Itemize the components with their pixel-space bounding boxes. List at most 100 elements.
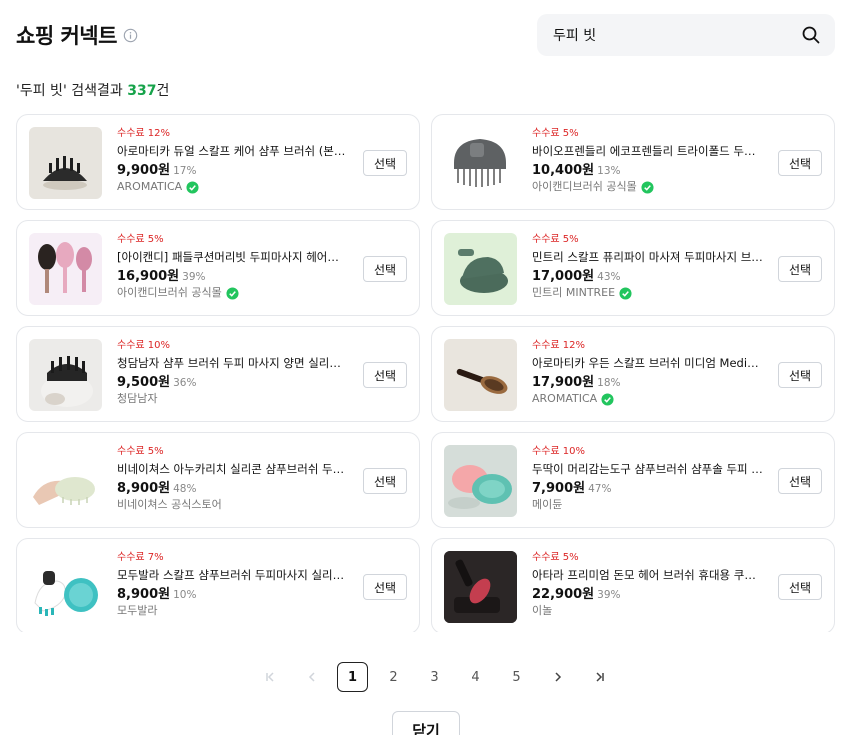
- select-button[interactable]: 선택: [778, 150, 822, 176]
- product-name: 아로마티카 듀얼 스칼프 케어 샴푸 브러쉬 (본체+교체솔): [117, 144, 349, 158]
- verified-check-icon: [619, 286, 632, 300]
- result-count: 337: [127, 83, 157, 99]
- store-name: 메이듄: [532, 498, 563, 511]
- search-box[interactable]: 두피 빗: [537, 14, 835, 56]
- product-info: 수수료 5% 비네이쳐스 아누카리치 실리콘 샴푸브러쉬 두피마사지 8,900원4…: [117, 445, 349, 514]
- commission-rate: 수수료 12%: [532, 340, 586, 351]
- product-name: 민트리 스칼프 퓨리파이 마사져 두피마사지 브러쉬: [532, 250, 764, 264]
- product-thumbnail[interactable]: [444, 233, 517, 305]
- product-thumbnail[interactable]: [29, 445, 102, 517]
- commission-rate: 수수료 5%: [532, 552, 579, 563]
- product-info: 수수료 12% 아로마티카 듀얼 스칼프 케어 샴푸 브러쉬 (본체+교체솔) 9,…: [117, 127, 349, 196]
- product-info: 수수료 5% 아타라 프리미엄 돈모 헤어 브러쉬 휴대용 쿠션 빗 22,900원…: [532, 551, 764, 620]
- product-name: 바이오프렌들리 에코프렌들리 트라이폴드 두피 브러쉬: [532, 144, 764, 158]
- discount-rate: 17%: [173, 165, 197, 177]
- product-info: 수수료 10% 두딱이 머리감는도구 샴푸브러쉬 샴푸솔 두피 마사지 7,900원…: [532, 445, 764, 514]
- product-thumbnail[interactable]: [444, 339, 517, 411]
- product-card[interactable]: 수수료 5% 비네이쳐스 아누카리치 실리콘 샴푸브러쉬 두피마사지 8,900원4…: [16, 432, 420, 528]
- product-card[interactable]: 수수료 12% 아로마티카 우든 스칼프 브러쉬 미디엄 Medium 17,900…: [431, 326, 835, 422]
- select-button[interactable]: 선택: [363, 150, 407, 176]
- product-price: 7,900원: [532, 481, 586, 496]
- product-thumbnail[interactable]: [29, 127, 102, 199]
- header: 쇼핑 커넥트: [16, 18, 138, 52]
- select-button[interactable]: 선택: [778, 362, 822, 388]
- select-button[interactable]: 선택: [363, 574, 407, 600]
- product-card[interactable]: 수수료 5% 민트리 스칼프 퓨리파이 마사져 두피마사지 브러쉬 17,000원 4…: [431, 220, 835, 316]
- product-thumbnail[interactable]: [444, 445, 517, 517]
- commission-rate: 수수료 5%: [532, 128, 579, 139]
- verified-check-icon: [226, 286, 239, 300]
- chevron-left-icon[interactable]: [296, 662, 327, 692]
- select-button[interactable]: 선택: [363, 256, 407, 282]
- product-info: 수수료 10% 청담남자 샴푸 브러쉬 두피 마사지 양면 실리콘 브러시 9,50…: [117, 339, 349, 408]
- select-button[interactable]: 선택: [363, 468, 407, 494]
- verified-check-icon: [186, 180, 199, 194]
- store-name: 민트리 MINTREE: [532, 286, 616, 299]
- product-price: 22,900원: [532, 587, 595, 602]
- store-name: 아이캔디브러쉬 공식몰: [117, 286, 222, 299]
- product-grid: 수수료 12% 아로마티카 듀얼 스칼프 케어 샴푸 브러쉬 (본체+교체솔) 9,…: [16, 114, 836, 632]
- search-icon[interactable]: [801, 25, 821, 45]
- product-thumbnail[interactable]: [444, 551, 517, 623]
- commission-rate: 수수료 5%: [117, 446, 164, 457]
- select-button[interactable]: 선택: [778, 468, 822, 494]
- product-name: [아이캔디] 패들쿠션머리빗 두피마사지 헤어브러쉬: [117, 250, 349, 264]
- product-card[interactable]: 수수료 10% 청담남자 샴푸 브러쉬 두피 마사지 양면 실리콘 브러시 9,50…: [16, 326, 420, 422]
- discount-rate: 39%: [182, 271, 206, 283]
- discount-rate: 39%: [597, 589, 621, 601]
- last-page-icon[interactable]: [583, 662, 614, 692]
- first-page-icon[interactable]: [255, 662, 286, 692]
- product-card[interactable]: 수수료 7% 모두발라 스칼프 샴푸브러쉬 두피마사지 실리콘 브러쉬 8,900원…: [16, 538, 420, 632]
- product-name: 청담남자 샴푸 브러쉬 두피 마사지 양면 실리콘 브러시: [117, 356, 349, 370]
- product-price: 17,900원: [532, 375, 595, 390]
- discount-rate: 10%: [173, 589, 197, 601]
- product-name: 아타라 프리미엄 돈모 헤어 브러쉬 휴대용 쿠션 빗: [532, 568, 764, 582]
- store-name: AROMATICA: [117, 180, 183, 193]
- chevron-right-icon[interactable]: [542, 662, 573, 692]
- discount-rate: 18%: [597, 377, 621, 389]
- select-button[interactable]: 선택: [363, 362, 407, 388]
- store-name: 비네이쳐스 공식스토어: [117, 498, 222, 511]
- product-price: 8,900원: [117, 481, 171, 496]
- pagination: 1 2 3 4 5: [255, 662, 624, 692]
- discount-rate: 47%: [588, 483, 612, 495]
- verified-check-icon: [601, 392, 614, 406]
- page-3[interactable]: 3: [419, 662, 450, 692]
- product-info: 수수료 7% 모두발라 스칼프 샴푸브러쉬 두피마사지 실리콘 브러쉬 8,900원…: [117, 551, 349, 620]
- page-title: 쇼핑 커넥트: [16, 24, 117, 48]
- discount-rate: 13%: [597, 165, 621, 177]
- select-button[interactable]: 선택: [778, 256, 822, 282]
- product-card[interactable]: 수수료 5% 바이오프렌들리 에코프렌들리 트라이폴드 두피 브러쉬 10,400원…: [431, 114, 835, 210]
- product-info: 수수료 5% 바이오프렌들리 에코프렌들리 트라이폴드 두피 브러쉬 10,400원…: [532, 127, 764, 196]
- product-card[interactable]: 수수료 5% 아타라 프리미엄 돈모 헤어 브러쉬 휴대용 쿠션 빗 22,900원…: [431, 538, 835, 632]
- page-4[interactable]: 4: [460, 662, 491, 692]
- discount-rate: 48%: [173, 483, 197, 495]
- discount-rate: 43%: [597, 271, 621, 283]
- page-5[interactable]: 5: [501, 662, 532, 692]
- product-info: 수수료 5% [아이캔디] 패들쿠션머리빗 두피마사지 헤어브러쉬 16,900원 3…: [117, 233, 349, 302]
- product-thumbnail[interactable]: [444, 127, 517, 199]
- product-card[interactable]: 수수료 12% 아로마티카 듀얼 스칼프 케어 샴푸 브러쉬 (본체+교체솔) 9,…: [16, 114, 420, 210]
- select-button[interactable]: 선택: [778, 574, 822, 600]
- close-button[interactable]: 닫기: [392, 711, 460, 735]
- result-prefix: '두피 빗' 검색결과: [16, 83, 128, 99]
- info-icon[interactable]: [123, 28, 138, 43]
- page-2[interactable]: 2: [378, 662, 409, 692]
- search-input[interactable]: 두피 빗: [553, 25, 801, 45]
- product-thumbnail[interactable]: [29, 339, 102, 411]
- product-thumbnail[interactable]: [29, 551, 102, 623]
- commission-rate: 수수료 7%: [117, 552, 164, 563]
- verified-check-icon: [641, 180, 654, 194]
- store-name: 청담남자: [117, 392, 158, 405]
- product-price: 16,900원: [117, 269, 180, 284]
- page-1[interactable]: 1: [337, 662, 368, 692]
- result-suffix: 건: [156, 83, 170, 99]
- commission-rate: 수수료 5%: [532, 234, 579, 245]
- product-thumbnail[interactable]: [29, 233, 102, 305]
- store-name: 아이캔디브러쉬 공식몰: [532, 180, 637, 193]
- commission-rate: 수수료 10%: [117, 340, 171, 351]
- product-card[interactable]: 수수료 10% 두딱이 머리감는도구 샴푸브러쉬 샴푸솔 두피 마사지 7,900원…: [431, 432, 835, 528]
- commission-rate: 수수료 10%: [532, 446, 586, 457]
- product-card[interactable]: 수수료 5% [아이캔디] 패들쿠션머리빗 두피마사지 헤어브러쉬 16,900원 3…: [16, 220, 420, 316]
- store-name: 이놀: [532, 604, 553, 617]
